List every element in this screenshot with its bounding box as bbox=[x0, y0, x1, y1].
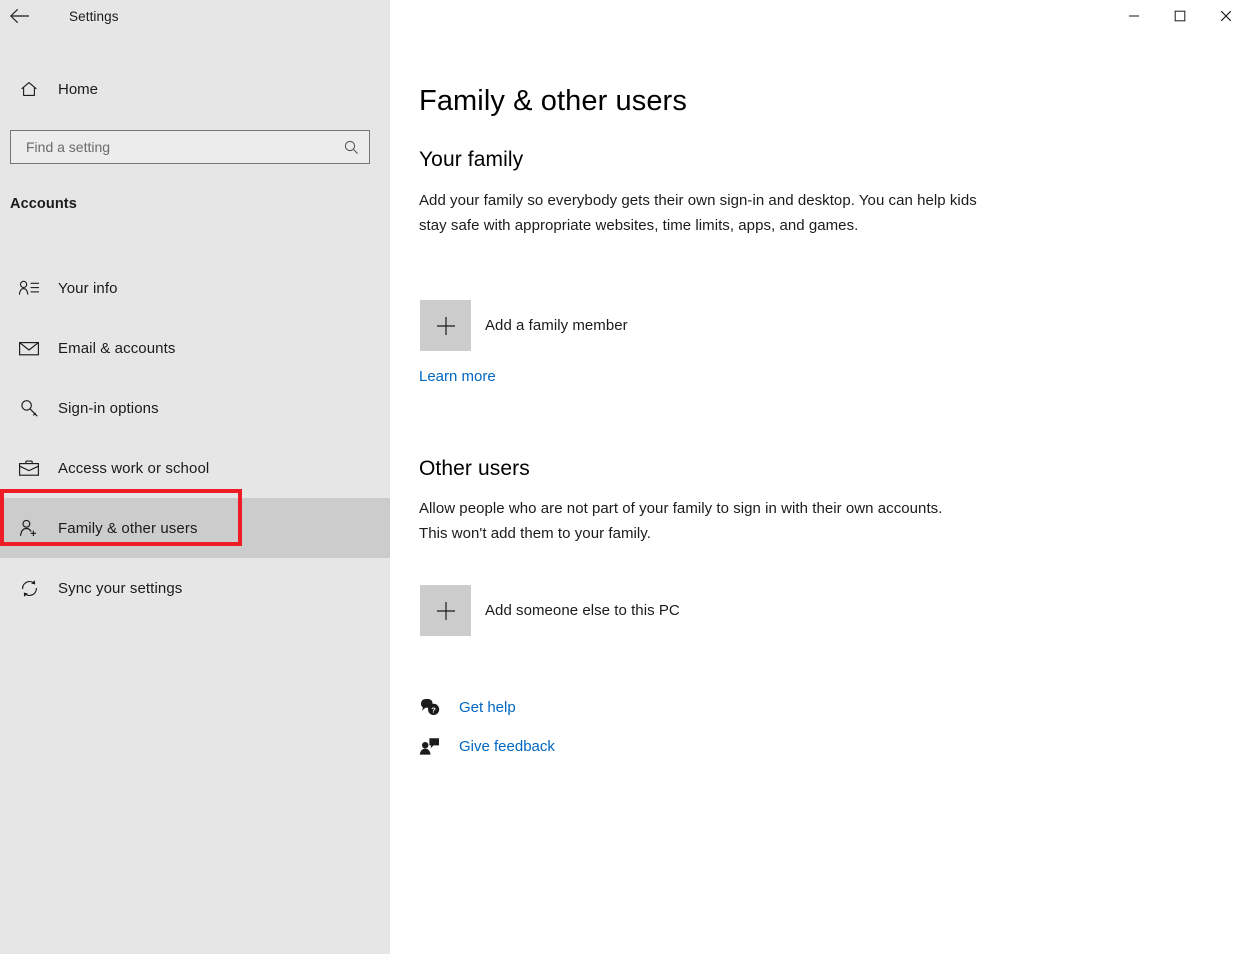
sidebar-item-access-work-school[interactable]: Access work or school bbox=[0, 438, 390, 498]
sidebar-item-email-accounts[interactable]: Email & accounts bbox=[0, 318, 390, 378]
minimize-icon bbox=[1128, 10, 1140, 22]
sidebar-item-family-other-users[interactable]: Family & other users bbox=[0, 498, 390, 558]
search-icon[interactable] bbox=[333, 131, 369, 163]
plus-icon bbox=[420, 300, 471, 351]
sidebar: Home Accounts Your info bbox=[0, 0, 390, 954]
minimize-button[interactable] bbox=[1111, 0, 1157, 32]
add-someone-else-label: Add someone else to this PC bbox=[485, 602, 680, 619]
title-bar-left: Settings bbox=[0, 0, 390, 32]
back-arrow-icon bbox=[9, 8, 31, 24]
give-feedback-label: Give feedback bbox=[459, 738, 555, 755]
sidebar-item-signin-options-label: Sign-in options bbox=[58, 400, 159, 417]
feedback-person-icon bbox=[419, 736, 447, 756]
sidebar-item-your-info-label: Your info bbox=[58, 280, 118, 297]
briefcase-icon bbox=[9, 459, 49, 478]
section-heading-your-family: Your family bbox=[419, 148, 523, 172]
section-description-other-users: Allow people who are not part of your fa… bbox=[419, 496, 974, 546]
sidebar-item-home-label: Home bbox=[58, 81, 98, 98]
search-input[interactable] bbox=[11, 131, 333, 163]
add-family-member-button[interactable]: Add a family member bbox=[420, 300, 628, 351]
home-icon bbox=[9, 79, 49, 99]
contact-card-icon bbox=[9, 279, 49, 297]
sidebar-item-signin-options[interactable]: Sign-in options bbox=[0, 378, 390, 438]
close-button[interactable] bbox=[1203, 0, 1249, 32]
learn-more-link[interactable]: Learn more bbox=[419, 368, 496, 385]
sync-icon bbox=[9, 578, 49, 599]
sidebar-item-family-other-users-label: Family & other users bbox=[58, 520, 198, 537]
svg-text:?: ? bbox=[431, 706, 436, 715]
maximize-icon bbox=[1174, 10, 1186, 22]
content-pane: Family & other users Your family Add you… bbox=[390, 0, 1249, 954]
sidebar-item-sync-settings[interactable]: Sync your settings bbox=[0, 558, 390, 618]
envelope-icon bbox=[9, 340, 49, 357]
give-feedback-link[interactable]: Give feedback bbox=[419, 736, 555, 756]
sidebar-item-email-accounts-label: Email & accounts bbox=[58, 340, 175, 357]
get-help-link[interactable]: ? Get help bbox=[419, 697, 516, 717]
search-box[interactable] bbox=[10, 130, 370, 164]
get-help-label: Get help bbox=[459, 699, 516, 716]
title-bar: Settings bbox=[0, 0, 1249, 32]
question-bubble-icon: ? bbox=[419, 697, 447, 717]
close-icon bbox=[1220, 10, 1232, 22]
sidebar-item-your-info[interactable]: Your info bbox=[0, 258, 390, 318]
plus-icon bbox=[420, 585, 471, 636]
page-title: Family & other users bbox=[419, 85, 687, 118]
person-add-icon bbox=[9, 518, 49, 539]
back-button[interactable] bbox=[0, 0, 40, 32]
add-someone-else-button[interactable]: Add someone else to this PC bbox=[420, 585, 680, 636]
app-title: Settings bbox=[69, 9, 119, 24]
window-controls bbox=[1111, 0, 1249, 32]
sidebar-item-home[interactable]: Home bbox=[0, 72, 390, 106]
sidebar-nav-list: Your info Email & accounts Sign-in optio… bbox=[0, 258, 390, 618]
key-icon bbox=[9, 398, 49, 419]
section-heading-other-users: Other users bbox=[419, 457, 530, 481]
sidebar-item-sync-settings-label: Sync your settings bbox=[58, 580, 182, 597]
section-description-your-family: Add your family so everybody gets their … bbox=[419, 188, 979, 238]
add-family-member-label: Add a family member bbox=[485, 317, 628, 334]
maximize-button[interactable] bbox=[1157, 0, 1203, 32]
sidebar-item-access-work-school-label: Access work or school bbox=[58, 460, 209, 477]
sidebar-category-title: Accounts bbox=[10, 196, 77, 212]
